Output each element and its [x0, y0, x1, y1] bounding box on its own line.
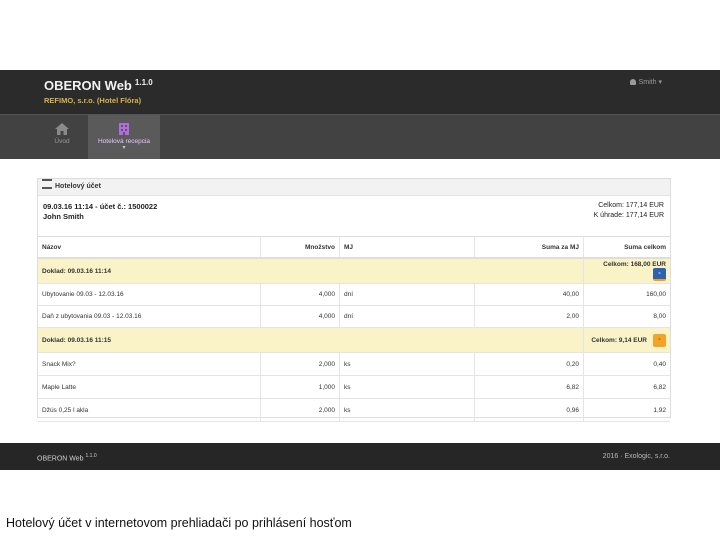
item-unit: ks: [339, 398, 475, 422]
footer-copyright: 2016 · Exologic, s.r.o.: [602, 453, 670, 460]
document-total-cell: Celkom: 168,00 EUR-: [583, 258, 670, 284]
item-total: 1,92: [583, 398, 670, 422]
table-row: Džús 0,25 l akla 2,000 ks 0,96 1,92: [38, 398, 670, 422]
column-header-unit[interactable]: MJ: [339, 236, 475, 259]
app-version: 1.1.0: [134, 78, 153, 87]
item-unit: ks: [339, 375, 475, 399]
user-menu[interactable]: Smith ▾: [629, 78, 662, 86]
item-name: Snack Mix?: [38, 352, 261, 376]
item-quantity: 1,000: [260, 375, 340, 399]
item-name: Džús 0,25 l akla: [38, 398, 261, 422]
item-quantity: 2,000: [260, 352, 340, 376]
document-row: Doklad: 09.03.16 11:14 Celkom: 168,00 EU…: [38, 258, 670, 284]
bill-summary: 09.03.16 11:14 - účet č.: 1500022 John S…: [38, 196, 670, 221]
item-total: 8,00: [583, 305, 670, 328]
bill-total: Celkom: 177,14 EUR: [598, 202, 664, 209]
nav-label-reception: Hotelová recepcia: [97, 138, 151, 145]
hotel-building-icon: [119, 123, 129, 135]
top-header: OBERON Web 1.1.0 REFIMO, s.r.o. (Hotel Fl…: [0, 70, 720, 114]
home-icon: [55, 123, 69, 135]
app-title: OBERON Web 1.1.0: [44, 78, 153, 93]
document-total: Celkom: 168,00 EUR: [603, 261, 666, 268]
column-header-unit-price[interactable]: Suma za MJ: [474, 236, 584, 259]
company-name: REFIMO, s.r.o. (Hotel Flóra): [44, 96, 142, 105]
footer-app-name: OBERON Web 1.1.0: [37, 453, 97, 462]
column-header-total[interactable]: Suma celkom: [583, 236, 670, 259]
item-total: 0,40: [583, 352, 670, 376]
table-row: Daň z ubytovania 09.03 - 12.03.16 4,000 …: [38, 305, 670, 328]
column-header-name[interactable]: Názov: [38, 236, 261, 259]
item-quantity: 4,000: [260, 283, 340, 306]
nav-item-home[interactable]: Úvod: [38, 115, 86, 159]
item-unit-price: 2,00: [474, 305, 584, 328]
bill-number: 09.03.16 11:14 - účet č.: 1500022: [43, 202, 158, 211]
footer-version: 1.1.0: [85, 453, 97, 459]
table-row: Maple Latte 1,000 ks 6,82 6,82: [38, 375, 670, 399]
bill-items-table: Názov Množstvo MJ Suma za MJ Suma celkom…: [38, 236, 670, 422]
chevron-down-icon: ▾: [658, 79, 662, 86]
column-header-quantity[interactable]: Množstvo: [260, 236, 340, 259]
document-total-cell: Celkom: 9,14 EUR -: [583, 327, 670, 353]
main-nav: Úvod Hotelová recepcia ▾: [0, 114, 720, 159]
user-icon: [629, 79, 636, 85]
nav-item-reception[interactable]: Hotelová recepcia ▾: [88, 115, 160, 159]
card-header: Hotelový účet: [38, 179, 670, 196]
document-total: Celkom: 9,14 EUR: [591, 336, 647, 344]
page-footer: OBERON Web 1.1.0 2016 · Exologic, s.r.o.: [0, 443, 720, 470]
screenshot-caption: Hotelový účet v internetovom prehliadači…: [6, 516, 352, 530]
item-unit: ks: [339, 352, 475, 376]
card-title: Hotelový účet: [55, 183, 101, 190]
nav-label-home: Úvod: [54, 138, 70, 145]
footer-app-label: OBERON Web: [37, 455, 84, 463]
item-total: 160,00: [583, 283, 670, 306]
item-total: 6,82: [583, 375, 670, 399]
table-row: Ubytovanie 09.03 - 12.03.16 4,000 dní 40…: [38, 283, 670, 306]
list-icon: [42, 179, 52, 189]
item-unit-price: 40,00: [474, 283, 584, 306]
item-unit-price: 6,82: [474, 375, 584, 399]
item-name: Maple Latte: [38, 375, 261, 399]
item-quantity: 4,000: [260, 305, 340, 328]
item-unit: dní: [339, 283, 475, 306]
item-name: Daň z ubytovania 09.03 - 12.03.16: [38, 305, 261, 328]
document-label: Doklad: 09.03.16 11:14: [38, 258, 584, 284]
item-unit-price: 0,96: [474, 398, 584, 422]
collapse-button[interactable]: -: [653, 333, 666, 347]
item-quantity: 2,000: [260, 398, 340, 422]
bill-to-pay: K úhrade: 177,14 EUR: [593, 212, 664, 219]
item-name: Ubytovanie 09.03 - 12.03.16: [38, 283, 261, 306]
item-unit: dní: [339, 305, 475, 328]
document-label: Doklad: 09.03.16 11:15: [38, 327, 584, 353]
collapse-button[interactable]: -: [653, 268, 666, 281]
caret-down-icon: ▾: [122, 145, 126, 151]
user-name: Smith: [638, 79, 657, 86]
app-name: OBERON Web: [44, 78, 132, 93]
guest-name: John Smith: [43, 212, 84, 221]
table-header-row: Názov Množstvo MJ Suma za MJ Suma celkom: [38, 236, 670, 259]
document-row: Doklad: 09.03.16 11:15 Celkom: 9,14 EUR -: [38, 327, 670, 353]
hotel-bill-card: Hotelový účet 09.03.16 11:14 - účet č.: …: [37, 178, 671, 422]
item-unit-price: 0,20: [474, 352, 584, 376]
table-row: Snack Mix? 2,000 ks 0,20 0,40: [38, 352, 670, 376]
